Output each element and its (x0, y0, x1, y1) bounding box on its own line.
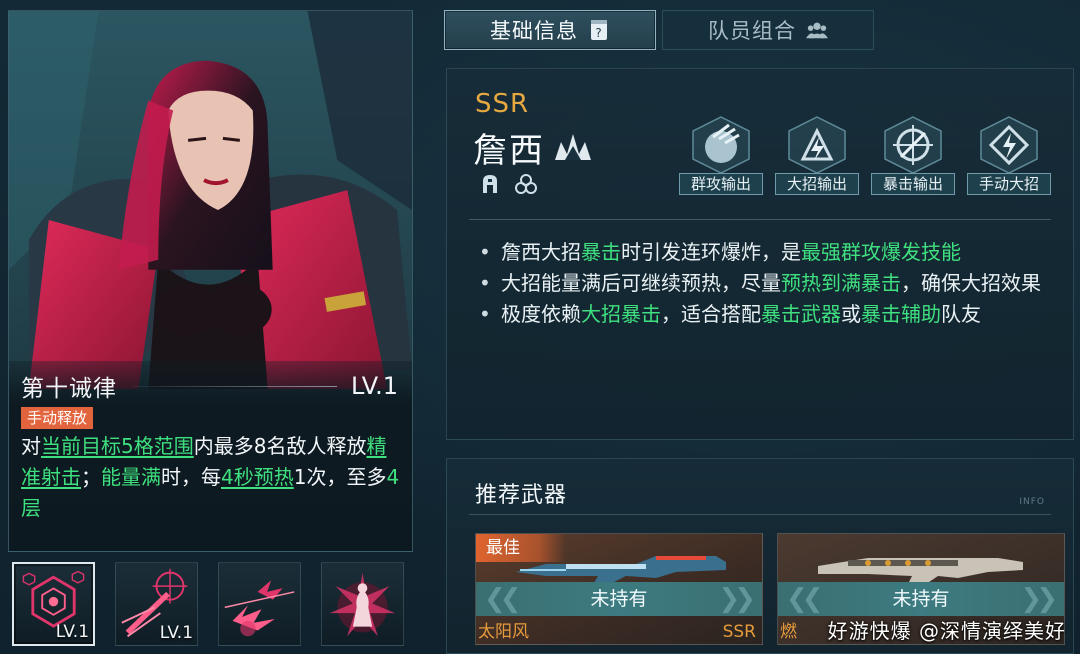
ownership-status: ❮❮ 未持有 ❯❯ (476, 582, 762, 616)
tab-label: 基础信息 (490, 19, 578, 43)
section-title: 推荐武器 (475, 483, 568, 508)
tab-label: 队员组合 (708, 19, 796, 43)
info-hint: INFO (1019, 497, 1045, 507)
divider (131, 385, 338, 387)
attack-type-icon (483, 175, 497, 193)
skill-name: 第十诫律 (21, 376, 117, 402)
character-card: 第十诫律 LV.1 手动释放 对当前目标5格范围内最多8名敌人释放精准射击；能量… (8, 10, 413, 552)
chevron-right-icon: ❯❯ (718, 584, 755, 614)
crosshair-icon (884, 116, 942, 174)
divider (469, 514, 1051, 515)
manual-ult-icon (980, 116, 1038, 174)
weapon-card-1[interactable]: 最佳 ❮❮ 未持有 ❯❯ 太阳风 SSR (475, 533, 763, 645)
tab-team-combo[interactable]: 队员组合 (662, 10, 874, 50)
role-label: 大招输出 (775, 173, 859, 195)
character-name: 詹西 (473, 131, 545, 171)
rarity-label: SSR (475, 89, 530, 119)
best-badge: 最佳 (476, 534, 566, 562)
role-tag-row: 群攻输出 大招输出 暴击输出 手动大招 (679, 113, 1051, 195)
role-ult-output: 大招输出 (775, 113, 859, 195)
skill-slot-2[interactable]: LV.1 (115, 562, 199, 646)
watermark: 好游快爆 @深情演绎美好 (827, 619, 1066, 643)
character-attribute-icons (479, 173, 537, 195)
element-rings-icon (515, 174, 537, 194)
chevron-left-icon: ❮❮ (786, 584, 823, 614)
skill-info-panel: 第十诫律 LV.1 手动释放 对当前目标5格范围内最多8名敌人释放精准射击；能量… (9, 361, 412, 551)
weapon-name: 太阳风 (478, 622, 529, 642)
tip-item: 大招能量满后可继续预热，尽量预热到满暴击，确保大招效果 (475, 268, 1055, 299)
aoe-attack-icon (692, 116, 750, 174)
role-label: 暴击输出 (871, 173, 955, 195)
info-card-icon: ? (591, 20, 607, 40)
skill-slot-1[interactable]: LV.1 (12, 562, 96, 646)
tip-item: 极度依赖大招暴击，适合搭配暴击武器或暴击辅助队友 (475, 299, 1055, 330)
weapon-rarity: SSR (722, 622, 756, 642)
role-aoe-output: 群攻输出 (679, 113, 763, 195)
crown-spark-icon (555, 133, 591, 160)
svg-text:?: ? (595, 26, 602, 40)
chevron-left-icon: ❮❮ (484, 584, 521, 614)
team-icon (806, 22, 828, 39)
slot-level: LV.1 (55, 622, 90, 642)
skill-slot-row: LV.1 LV.1 (12, 562, 405, 646)
character-burst-icon (329, 572, 396, 637)
divider (469, 219, 1051, 220)
chevron-right-icon: ❯❯ (1020, 584, 1057, 614)
weapon-name: 燃 (780, 622, 797, 642)
manual-release-tag: 手动释放 (21, 407, 94, 429)
role-crit-output: 暴击输出 (871, 113, 955, 195)
character-name-row: 詹西 (473, 123, 593, 172)
tab-basic-info[interactable]: 基础信息 ? (444, 10, 656, 50)
role-label: 群攻输出 (679, 173, 763, 195)
character-tips: 詹西大招暴击时引发连环爆炸，是最强群攻爆发技能 大招能量满后可继续预热，尽量预热… (475, 237, 1055, 330)
ownership-status: ❮❮ 未持有 ❯❯ (778, 582, 1064, 616)
skill-slot-3[interactable] (218, 562, 302, 646)
lightning-icon (788, 116, 846, 174)
character-info-panel: SSR 詹西 群攻输出 大招输出 暴击输出 手动大招 • 詹西大招暴击时引发连环… (446, 68, 1074, 440)
skill-description: 对当前目标5格范围内最多8名敌人释放精准射击；能量满时，每4秒预热1次，至多4层 (21, 434, 400, 520)
slot-level: LV.1 (159, 623, 194, 643)
role-manual-ult: 手动大招 (967, 113, 1051, 195)
role-label: 手动大招 (967, 173, 1051, 195)
skill-level: LV.1 (351, 372, 398, 400)
tip-item: 詹西大招暴击时引发连环爆炸，是最强群攻爆发技能 (475, 237, 1055, 268)
skill-slot-4[interactable] (321, 562, 405, 646)
burst-explosion-icon (224, 580, 295, 637)
